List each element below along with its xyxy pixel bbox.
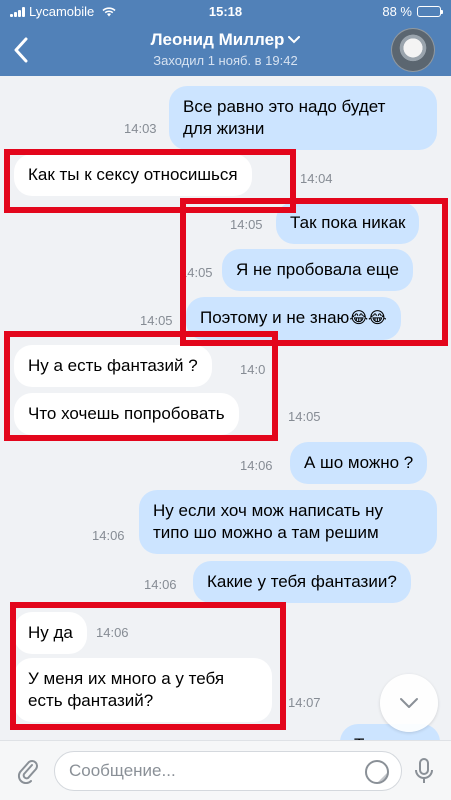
message-time: 14:05 bbox=[288, 409, 321, 424]
highlight-box bbox=[4, 331, 278, 441]
message-time: 14:07 bbox=[288, 695, 321, 710]
chevron-left-icon bbox=[14, 37, 28, 63]
avatar[interactable] bbox=[391, 28, 435, 72]
status-bar: Lycamobile 15:18 88 % bbox=[0, 0, 451, 24]
message-bubble-outgoing[interactable]: А шо можно ? bbox=[290, 442, 428, 484]
message-time: 14:06 bbox=[92, 528, 125, 543]
attach-button[interactable] bbox=[14, 757, 42, 785]
battery-group: 88 % bbox=[382, 4, 443, 19]
conversation-header[interactable]: Леонид Миллер Заходил 1 нояб. в 19:42 bbox=[70, 30, 381, 68]
contact-name: Леонид Миллер bbox=[150, 30, 285, 49]
battery-percent: 88 % bbox=[382, 4, 412, 19]
chevron-down-icon bbox=[400, 698, 418, 708]
compose-bar bbox=[0, 740, 451, 800]
contact-title: Леонид Миллер bbox=[151, 30, 301, 50]
back-button[interactable] bbox=[6, 32, 36, 68]
sticker-icon[interactable] bbox=[364, 759, 390, 785]
message-bubble-outgoing[interactable]: Ну если хоч мож написать ну типо шо можн… bbox=[139, 490, 437, 554]
highlight-box bbox=[10, 602, 286, 730]
battery-icon bbox=[417, 6, 443, 17]
message-bubble-outgoing[interactable]: Какие у тебя фантазии? bbox=[193, 561, 411, 603]
mic-button[interactable] bbox=[410, 755, 438, 787]
message-time: 14:03 bbox=[124, 121, 157, 136]
message-bubble-outgoing[interactable]: Все равно это надо будет для жизни bbox=[169, 86, 437, 150]
microphone-icon bbox=[415, 758, 433, 783]
chevron-down-icon bbox=[288, 36, 301, 44]
nav-bar: Леонид Миллер Заходил 1 нояб. в 19:42 bbox=[0, 24, 451, 76]
message-time: 14:04 bbox=[300, 171, 333, 186]
message-list[interactable]: Все равно это надо будет для жизни 14:03… bbox=[0, 76, 451, 740]
message-time: 14:06 bbox=[144, 577, 177, 592]
message-input[interactable] bbox=[54, 751, 402, 791]
scroll-to-bottom-button[interactable] bbox=[380, 674, 438, 732]
last-seen: Заходил 1 нояб. в 19:42 bbox=[153, 53, 298, 68]
message-time: 14:05 bbox=[140, 313, 173, 328]
paperclip-icon bbox=[17, 760, 38, 784]
message-time: 14:06 bbox=[240, 458, 273, 473]
highlight-box bbox=[180, 198, 448, 346]
